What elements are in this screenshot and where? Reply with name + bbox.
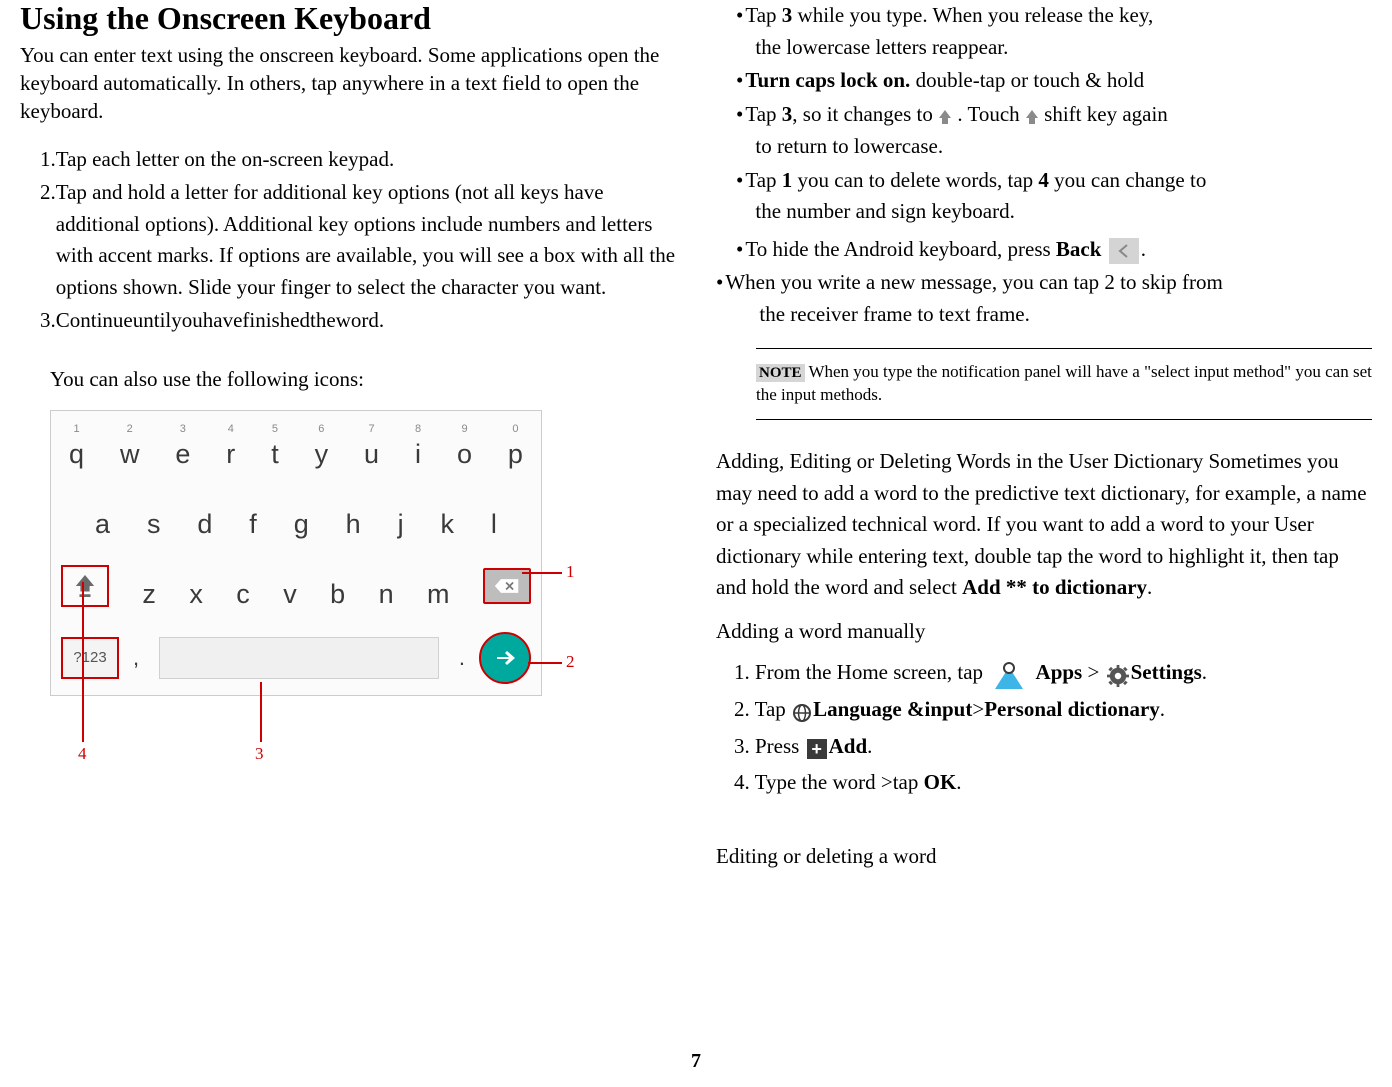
key-e: 3e <box>175 424 190 468</box>
dictionary-paragraph: Adding, Editing or Deleting Words in the… <box>716 446 1372 604</box>
list-text: Tap and hold a letter for additional key… <box>56 177 676 303</box>
key-p: 0p <box>508 424 523 468</box>
key-y: 6y <box>315 424 329 468</box>
key-d: .d <box>197 494 212 538</box>
key-a: .a <box>95 494 110 538</box>
key-g: .g <box>294 494 309 538</box>
callout-4: 4 <box>78 744 87 764</box>
subheading-icons: You can also use the following icons: <box>50 367 676 392</box>
list-number: 1. <box>40 144 56 176</box>
bullet-item: • When you write a new message, you can … <box>716 267 1372 330</box>
key-c: .c <box>236 564 250 608</box>
key-period: . <box>459 647 465 669</box>
shift-icon <box>938 100 952 132</box>
key-h: .h <box>346 494 361 538</box>
key-r: 4r <box>226 424 235 468</box>
keyboard-figure: 1q 2w 3e 4r 5t 6y 7u 8i 9o 0p .a .s .d .… <box>50 410 540 696</box>
key-comma: , <box>133 647 139 669</box>
key-n: .n <box>379 564 394 608</box>
subheading-add-manual: Adding a word manually <box>716 616 1372 648</box>
switch-123-key: ?123 <box>61 637 119 679</box>
key-v: .v <box>283 564 297 608</box>
key-z: .z <box>142 564 156 608</box>
list-number: 3. <box>40 305 56 337</box>
apps-icon <box>992 661 1026 689</box>
globe-icon <box>793 694 811 730</box>
page-number: 7 <box>0 1050 1392 1073</box>
back-icon <box>1109 238 1139 264</box>
numbered-list: 1. Tap each letter on the on-screen keyp… <box>20 144 676 337</box>
key-m: .m <box>427 564 450 608</box>
spacebar-key <box>159 637 439 679</box>
subheading-edit-delete: Editing or deleting a word <box>716 841 1372 873</box>
enter-key-icon <box>479 632 531 684</box>
key-s: .s <box>147 494 161 538</box>
key-k: .k <box>440 494 454 538</box>
note-box: NOTE When you type the notification pane… <box>756 348 1372 420</box>
key-b: .b <box>330 564 345 608</box>
bullet-item: • Tap 1 you can to delete words, tap 4 y… <box>716 165 1372 228</box>
list-text: Continueuntilyouhavefinishedtheword. <box>56 305 676 337</box>
steps-list: 1. From the Home screen, tap Apps > Sett… <box>716 655 1372 800</box>
key-t: 5t <box>271 424 279 468</box>
callout-2: 2 <box>566 652 575 672</box>
gear-icon <box>1107 657 1129 693</box>
key-w: 2w <box>120 424 140 468</box>
key-u: 7u <box>364 424 379 468</box>
key-o: 9o <box>457 424 472 468</box>
bullet-item: • To hide the Android keyboard, press Ba… <box>716 234 1372 266</box>
key-x: .x <box>189 564 203 608</box>
key-i: 8i <box>415 424 421 468</box>
bullet-item: • Tap 3, so it changes to . Touch shift … <box>716 99 1372 163</box>
list-number: 2. <box>40 177 56 303</box>
list-text: Tap each letter on the on-screen keypad. <box>56 144 676 176</box>
shift-key-icon <box>61 565 109 607</box>
key-f: .f <box>249 494 257 538</box>
key-l: .l <box>491 494 497 538</box>
callout-1: 1 <box>566 562 575 582</box>
page-title: Using the Onscreen Keyboard <box>20 0 676 37</box>
intro-text: You can enter text using the onscreen ke… <box>20 41 676 126</box>
callout-3: 3 <box>255 744 264 764</box>
key-j: .j <box>398 494 404 538</box>
shift-icon <box>1025 100 1039 132</box>
key-q: 1q <box>69 424 84 468</box>
note-label: NOTE <box>756 364 805 382</box>
plus-icon: + <box>807 739 827 759</box>
bullet-item: • Tap 3 while you type. When you release… <box>716 0 1372 63</box>
bullet-item: • Turn caps lock on. double-tap or touch… <box>716 65 1372 97</box>
